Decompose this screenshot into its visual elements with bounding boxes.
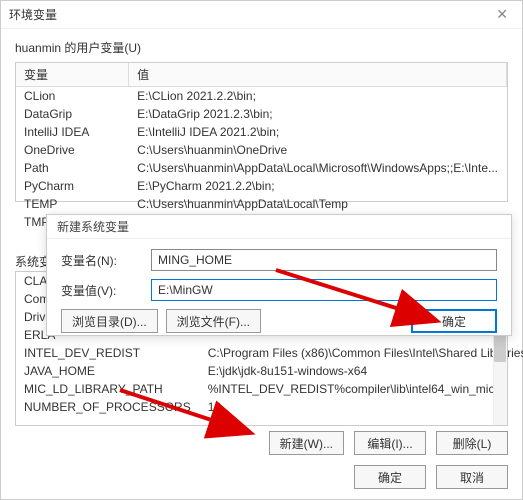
browse-file-button[interactable]: 浏览文件(F)... bbox=[166, 309, 261, 333]
user-vars-label: huanmin 的用户变量(U) bbox=[1, 29, 522, 62]
cell-var-value: E:\PyCharm 2021.2.2\bin; bbox=[129, 177, 507, 195]
new-system-variable-dialog: 新建系统变量 变量名(N): 变量值(V): 浏览目录(D)... 浏览文件(F… bbox=[46, 214, 512, 336]
table-row[interactable]: PathC:\Users\huanmin\AppData\Local\Micro… bbox=[16, 159, 507, 177]
system-vars-buttons: 新建(W)... 编辑(I)... 删除(L) bbox=[1, 423, 522, 463]
table-row[interactable]: OneDriveC:\Users\huanmin\OneDrive bbox=[16, 141, 507, 159]
table-row[interactable]: TEMPC:\Users\huanmin\AppData\Local\Temp bbox=[16, 195, 507, 213]
cell-var-name: Path bbox=[16, 159, 129, 177]
cell-var-value: C:\Users\huanmin\AppData\Local\Temp bbox=[129, 195, 507, 213]
dialog-ok-button[interactable]: 确定 bbox=[411, 309, 497, 333]
cell-var-name: NUMBER_OF_PROCESSORS bbox=[16, 398, 199, 416]
var-name-input[interactable] bbox=[151, 249, 497, 271]
var-value-label: 变量值(V): bbox=[61, 282, 151, 299]
cell-var-value: C:\Users\huanmin\OneDrive bbox=[129, 141, 507, 159]
cell-var-value: E:\jdk\jdk-8u151-windows-x64 bbox=[199, 362, 523, 380]
cell-var-name: CLion bbox=[16, 87, 129, 106]
ok-button[interactable]: 确定 bbox=[354, 465, 426, 489]
cell-var-value: 16 bbox=[199, 398, 523, 416]
col-header-value[interactable]: 值 bbox=[129, 63, 507, 87]
browse-dir-button[interactable]: 浏览目录(D)... bbox=[61, 309, 158, 333]
table-row[interactable]: JAVA_HOMEE:\jdk\jdk-8u151-windows-x64 bbox=[16, 362, 523, 380]
var-value-input[interactable] bbox=[151, 279, 497, 301]
close-icon[interactable]: ✕ bbox=[490, 6, 514, 23]
delete-button[interactable]: 删除(L) bbox=[436, 431, 508, 455]
table-row[interactable]: MIC_LD_LIBRARY_PATH%INTEL_DEV_REDIST%com… bbox=[16, 380, 523, 398]
cell-var-name: PyCharm bbox=[16, 177, 129, 195]
edit-button[interactable]: 编辑(I)... bbox=[354, 431, 426, 455]
cell-var-name: JAVA_HOME bbox=[16, 362, 199, 380]
table-row[interactable]: IntelliJ IDEAE:\IntelliJ IDEA 2021.2\bin… bbox=[16, 123, 507, 141]
table-row[interactable]: DataGripE:\DataGrip 2021.2.3\bin; bbox=[16, 105, 507, 123]
footer-buttons: 确定 取消 bbox=[354, 465, 508, 489]
cell-var-name: DataGrip bbox=[16, 105, 129, 123]
table-row[interactable]: CLionE:\CLion 2021.2.2\bin; bbox=[16, 87, 507, 106]
new-button[interactable]: 新建(W)... bbox=[269, 431, 344, 455]
var-name-label: 变量名(N): bbox=[61, 252, 151, 269]
cancel-button[interactable]: 取消 bbox=[436, 465, 508, 489]
cell-var-value: E:\IntelliJ IDEA 2021.2\bin; bbox=[129, 123, 507, 141]
table-row[interactable]: PyCharmE:\PyCharm 2021.2.2\bin; bbox=[16, 177, 507, 195]
cell-var-name: INTEL_DEV_REDIST bbox=[16, 344, 199, 362]
window-title: 环境变量 bbox=[9, 6, 57, 23]
dialog-title: 新建系统变量 bbox=[47, 215, 511, 239]
cell-var-name: TEMP bbox=[16, 195, 129, 213]
table-row[interactable]: INTEL_DEV_REDISTC:\Program Files (x86)\C… bbox=[16, 344, 523, 362]
cell-var-value: E:\CLion 2021.2.2\bin; bbox=[129, 87, 507, 106]
table-row[interactable]: NUMBER_OF_PROCESSORS16 bbox=[16, 398, 523, 416]
col-header-name[interactable]: 变量 bbox=[16, 63, 129, 87]
cell-var-name: MIC_LD_LIBRARY_PATH bbox=[16, 380, 199, 398]
cell-var-value: C:\Program Files (x86)\Common Files\Inte… bbox=[199, 344, 523, 362]
user-vars-table-container: 变量 值 CLionE:\CLion 2021.2.2\bin;DataGrip… bbox=[15, 62, 508, 202]
title-bar: 环境变量 ✕ bbox=[1, 1, 522, 29]
cell-var-value: E:\DataGrip 2021.2.3\bin; bbox=[129, 105, 507, 123]
user-vars-table[interactable]: 变量 值 CLionE:\CLion 2021.2.2\bin;DataGrip… bbox=[16, 63, 507, 231]
cell-var-value: %INTEL_DEV_REDIST%compiler\lib\intel64_w… bbox=[199, 380, 523, 398]
cell-var-name: IntelliJ IDEA bbox=[16, 123, 129, 141]
cell-var-value: C:\Users\huanmin\AppData\Local\Microsoft… bbox=[129, 159, 507, 177]
cell-var-name: OneDrive bbox=[16, 141, 129, 159]
